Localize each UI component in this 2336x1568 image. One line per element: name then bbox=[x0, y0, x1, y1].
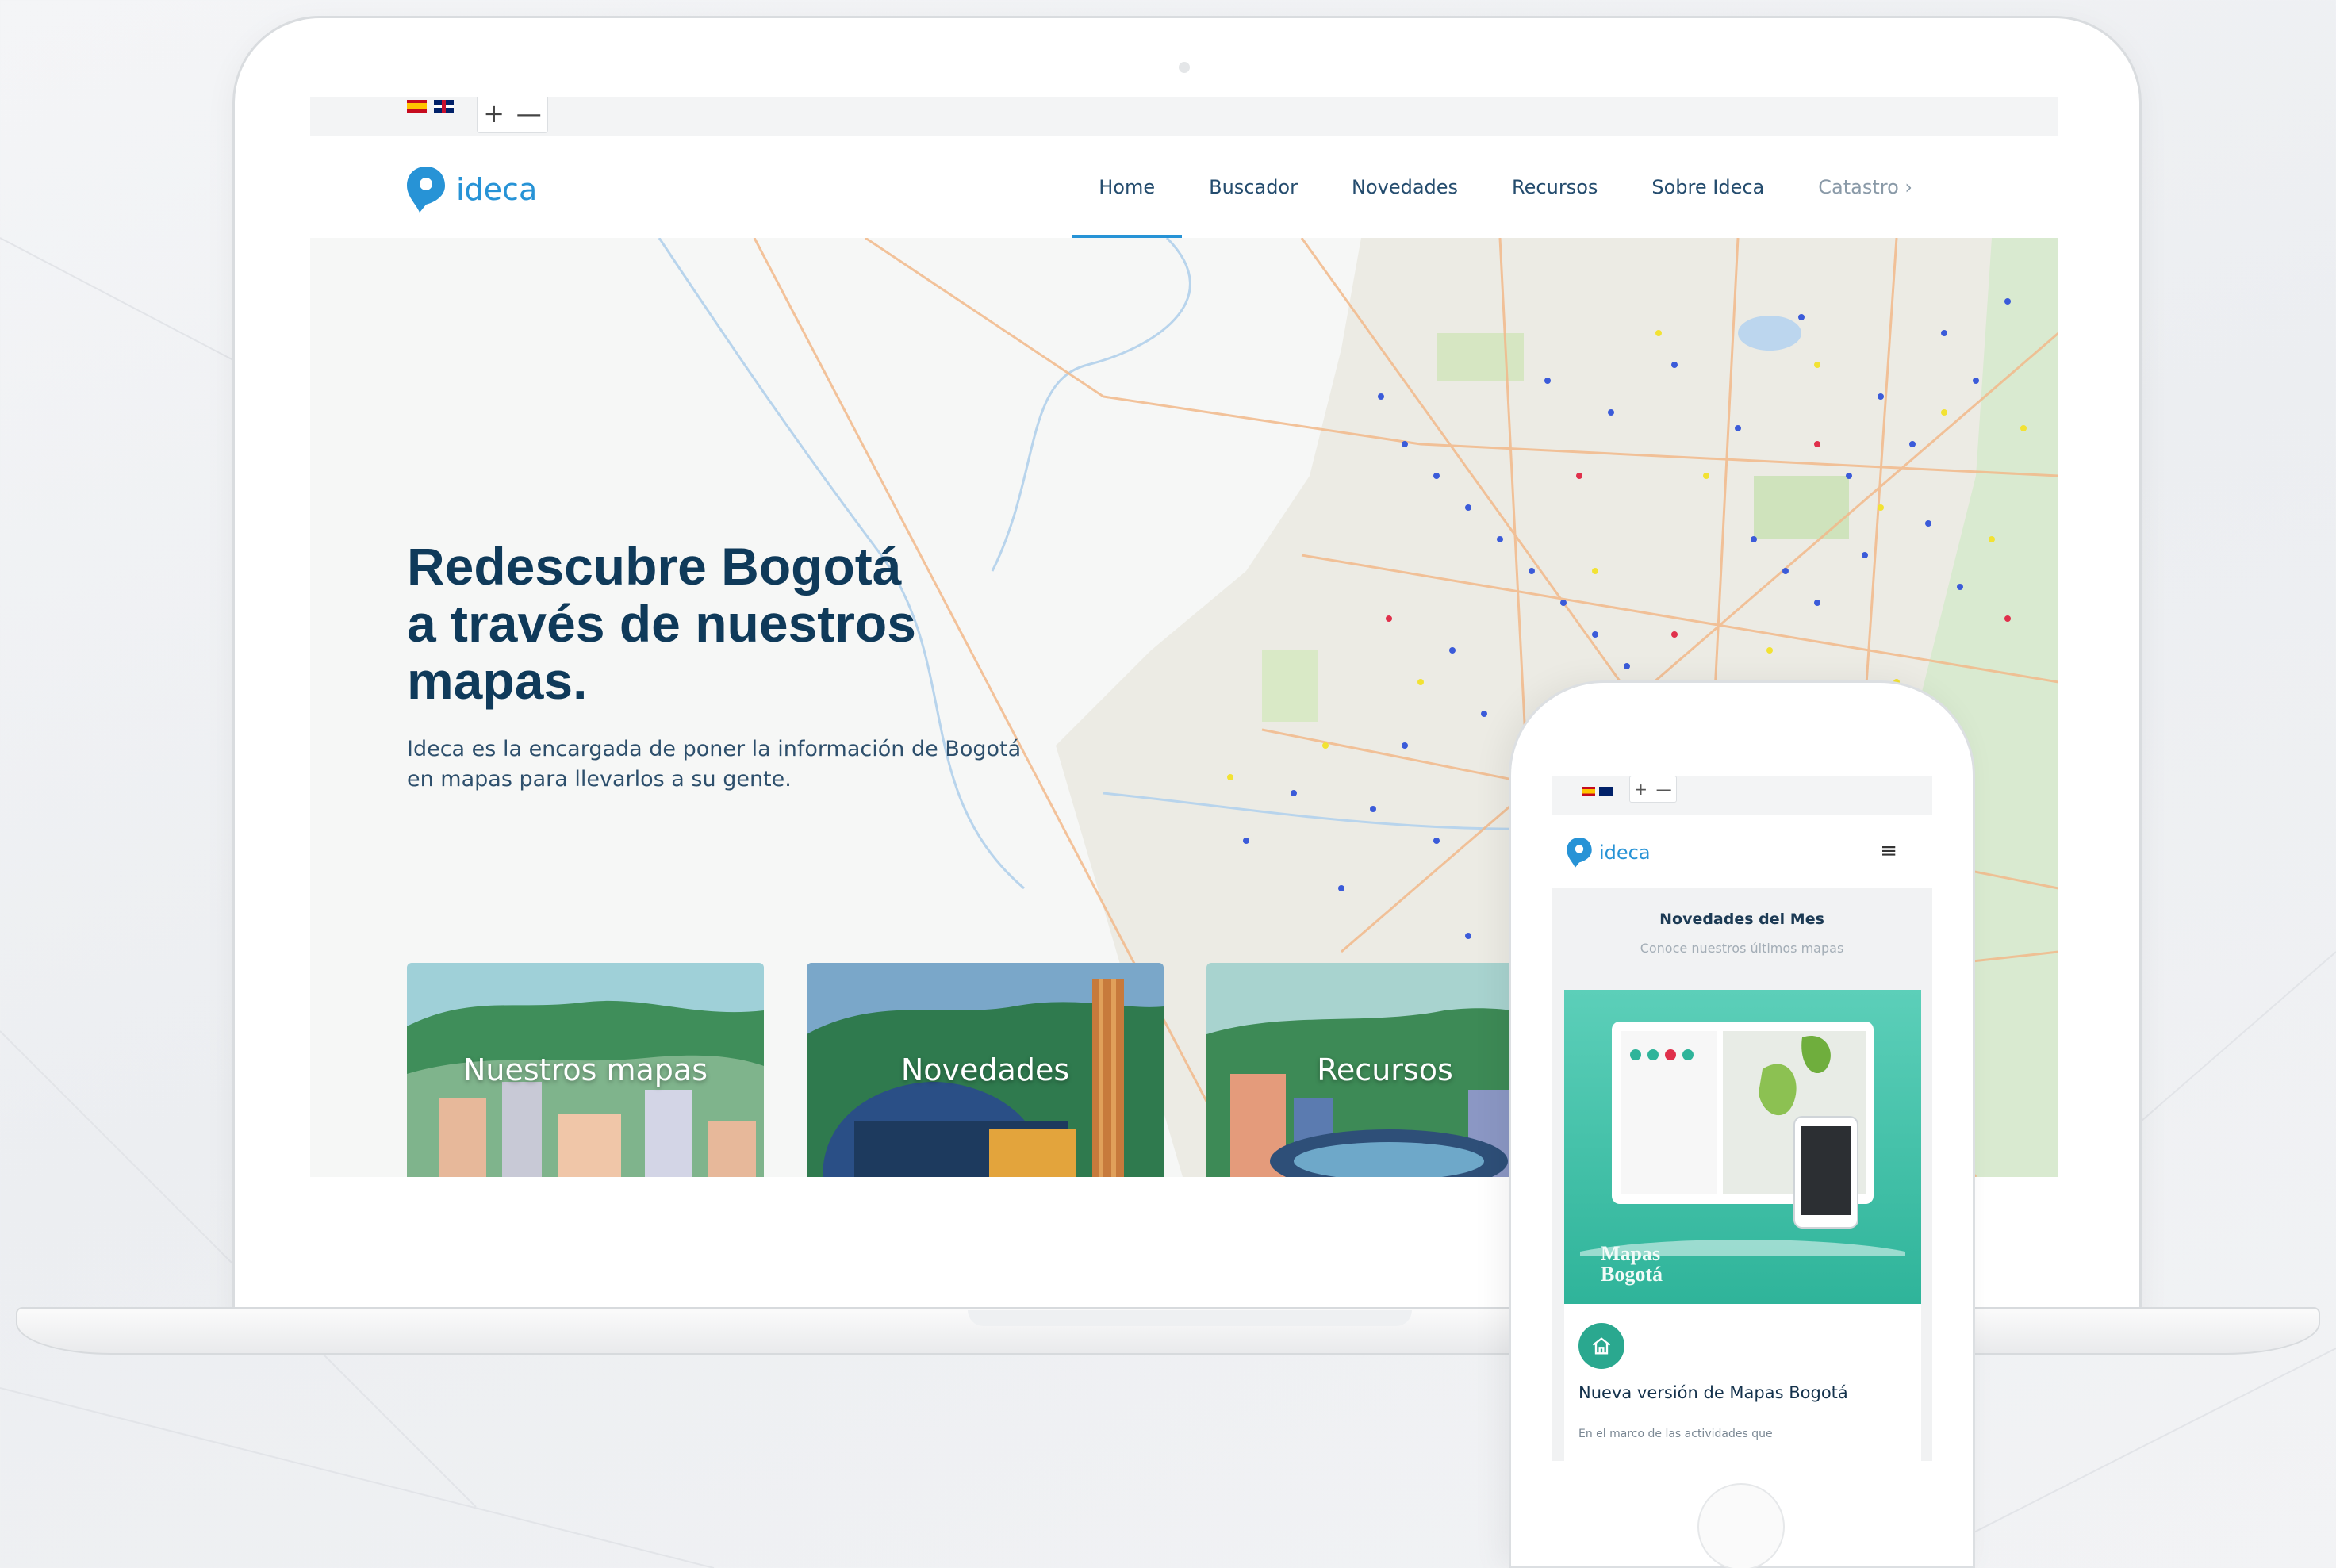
news-card[interactable]: Mapas Bogotá Nueva versión de Mapas Bogo… bbox=[1564, 990, 1921, 1461]
nav-novedades[interactable]: Novedades bbox=[1325, 136, 1485, 238]
nav-sobre-ideca[interactable]: Sobre Ideca bbox=[1624, 136, 1791, 238]
main-navbar: ideca Home Buscador Novedades Recursos S… bbox=[310, 136, 2058, 238]
phone-zoom-out-button[interactable]: — bbox=[1656, 780, 1672, 799]
hamburger-menu-icon[interactable]: ≡ bbox=[1880, 839, 1897, 863]
phone-ideca-logo[interactable]: ideca bbox=[1566, 836, 1651, 869]
english-flag-icon[interactable] bbox=[434, 100, 454, 113]
home-icon bbox=[1592, 1337, 1611, 1355]
nav-catastro[interactable]: Catastro › bbox=[1791, 136, 1939, 238]
section-cards: Nuestros mapas Novedades Recursos bbox=[407, 963, 1563, 1177]
card-novedades[interactable]: Novedades bbox=[807, 963, 1164, 1177]
card-nuestros-mapas[interactable]: Nuestros mapas bbox=[407, 963, 764, 1177]
laptop-camera bbox=[1179, 62, 1190, 73]
phone-map-pin-icon bbox=[1567, 838, 1592, 868]
home-icon-badge bbox=[1578, 1323, 1624, 1369]
phone-home-button bbox=[1697, 1483, 1785, 1568]
spanish-flag-icon[interactable] bbox=[407, 100, 427, 113]
phone-zoom-in-button[interactable]: + bbox=[1634, 780, 1647, 799]
card-label-novedades: Novedades bbox=[900, 1052, 1070, 1087]
mapas-bogota-image-text: Mapas Bogotá bbox=[1601, 1242, 1663, 1286]
phone-zoom-control: + — bbox=[1629, 776, 1677, 803]
phone-section-subtitle: Conoce nuestros últimos mapas bbox=[1640, 941, 1844, 956]
language-bar: + — bbox=[310, 97, 2058, 136]
laptop-notch bbox=[968, 1310, 1412, 1326]
nav-buscador[interactable]: Buscador bbox=[1182, 136, 1325, 238]
map-pin-icon bbox=[407, 167, 445, 213]
phone-language-bar: + — bbox=[1552, 776, 1932, 815]
phone-spanish-flag-icon[interactable] bbox=[1582, 787, 1595, 796]
nav-menu: Home Buscador Novedades Recursos Sobre I… bbox=[1072, 136, 1939, 238]
zoom-out-button[interactable]: — bbox=[516, 98, 542, 128]
logo-text: ideca bbox=[456, 172, 538, 207]
phone-english-flag-icon[interactable] bbox=[1599, 787, 1613, 796]
nav-recursos[interactable]: Recursos bbox=[1485, 136, 1624, 238]
hero-description: Ideca es la encargada de poner la inform… bbox=[407, 737, 1022, 792]
news-card-text: En el marco de las actividades que bbox=[1578, 1428, 1773, 1440]
zoom-control: + — bbox=[477, 97, 548, 133]
card-label-recursos: Recursos bbox=[1317, 1052, 1453, 1087]
phone-navbar: ideca ≡ bbox=[1552, 815, 1932, 888]
phone-screen: + — ideca ≡ Novedades del Mes Conoce nue… bbox=[1552, 776, 1932, 1461]
phone-content: Novedades del Mes Conoce nuestros último… bbox=[1552, 888, 1932, 1461]
card-label-nuestros-mapas: Nuestros mapas bbox=[462, 1052, 708, 1087]
phone-section-title: Novedades del Mes bbox=[1659, 911, 1824, 928]
ideca-logo[interactable]: ideca bbox=[405, 165, 537, 214]
hero-title: Redescubre Bogotá a través de nuestros m… bbox=[407, 537, 916, 710]
zoom-in-button[interactable]: + bbox=[483, 98, 504, 128]
news-card-title: Nueva versión de Mapas Bogotá bbox=[1578, 1383, 1848, 1402]
nav-home[interactable]: Home bbox=[1072, 136, 1182, 238]
phone-logo-text: ideca bbox=[1599, 842, 1651, 864]
